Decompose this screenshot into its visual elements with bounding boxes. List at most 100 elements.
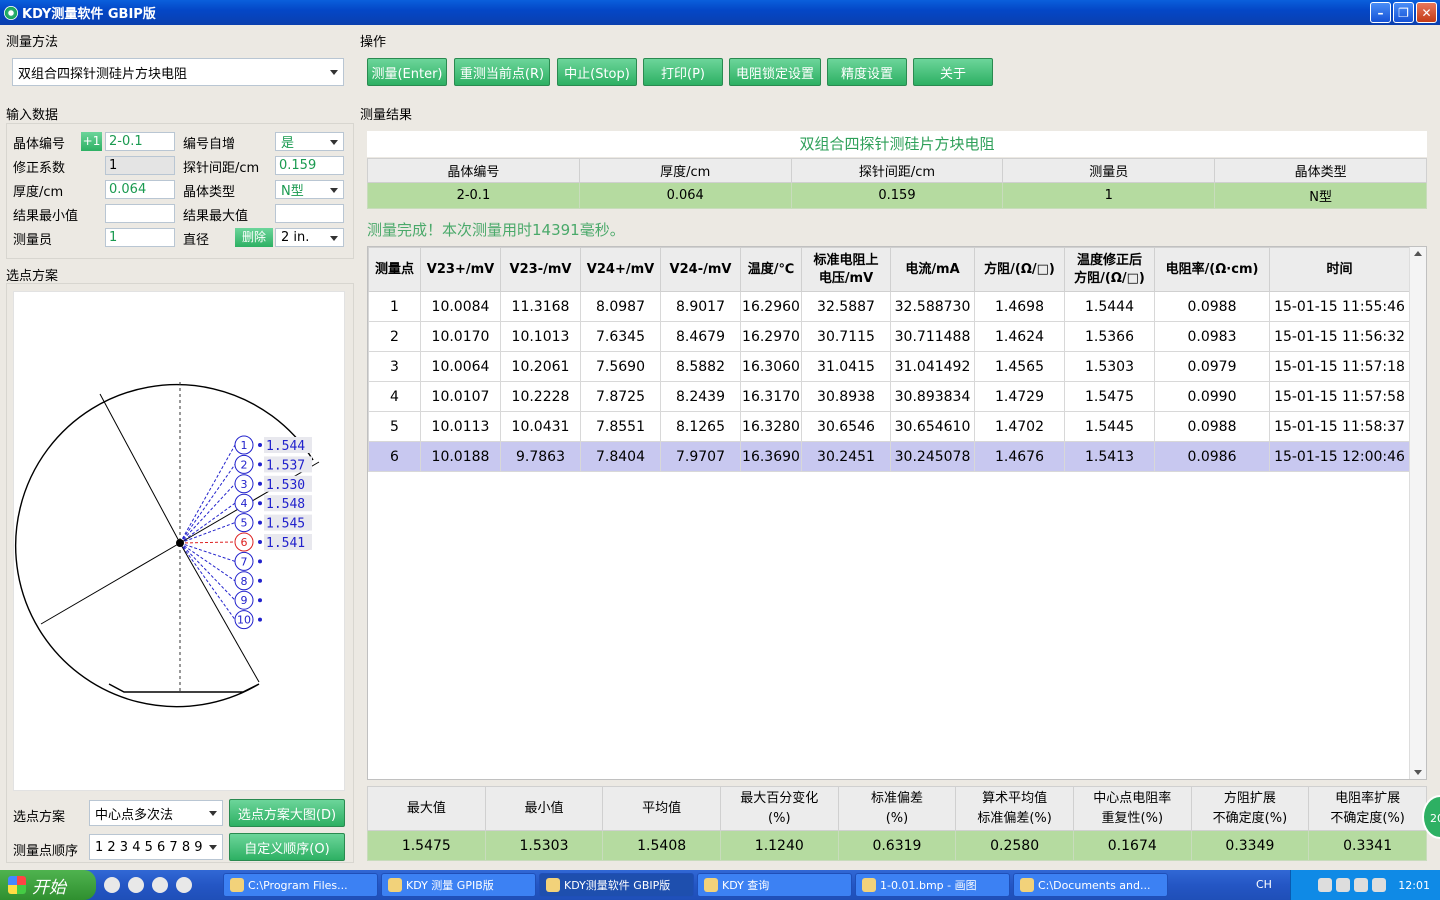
table-cell: 0.0988 (1154, 411, 1270, 442)
table-cell: 30.893834 (890, 381, 975, 412)
point-marker-dot (258, 617, 262, 622)
table-cell: 1.5475 (1064, 381, 1155, 412)
language-indicator[interactable]: CH (1256, 878, 1272, 891)
table-cell: 8.9017 (660, 291, 741, 322)
network-icon[interactable] (1336, 878, 1351, 892)
start-button[interactable]: 开始 (0, 870, 96, 900)
table-cell: 9.7863 (500, 441, 581, 472)
center-dot (176, 539, 184, 547)
print-button[interactable]: 打印(P) (643, 58, 723, 86)
table-cell: 30.245078 (890, 441, 975, 472)
window-icon (862, 878, 876, 892)
about-button[interactable]: 关于 (913, 58, 993, 86)
diameter-select[interactable]: 2 in. (275, 228, 344, 247)
table-cell: 16.3280 (740, 411, 802, 442)
clock: 12:01 (1398, 878, 1430, 892)
point-value: 1.530 (266, 478, 305, 493)
window-icon (230, 878, 244, 892)
remeasure-button[interactable]: 重测当前点(R) (454, 58, 550, 86)
point-marker-dot (258, 501, 262, 506)
info-header: 探针间距/cm (790, 158, 1004, 183)
operator-input[interactable]: 1 (105, 228, 175, 247)
delete-button[interactable]: 删除 (235, 228, 273, 247)
taskbar-item[interactable]: C:\Documents and... (1013, 873, 1168, 897)
table-cell: 7.9707 (660, 441, 741, 472)
tray-icon[interactable] (1318, 878, 1333, 892)
table-cell: 15-01-15 12:00:46 (1269, 441, 1410, 472)
security-icon[interactable] (1372, 878, 1387, 892)
table-cell: 10.2061 (500, 351, 581, 382)
point-marker-dot (258, 481, 262, 486)
scroll-up-icon[interactable] (1414, 251, 1422, 256)
stats-header: 标准偏差 (%) (837, 786, 957, 831)
order-select[interactable]: 1 2 3 4 5 6 7 8 9 (89, 834, 223, 860)
probe-spacing-input[interactable]: 0.159 (275, 156, 344, 175)
volume-icon[interactable] (1354, 878, 1369, 892)
min-input[interactable] (105, 204, 175, 223)
plan-select[interactable]: 中心点多次法 (89, 800, 223, 826)
auto-inc-select[interactable]: 是 (275, 132, 344, 151)
taskbar-item[interactable]: 1-0.01.bmp - 画图 (855, 873, 1010, 897)
minimize-button[interactable]: – (1370, 2, 1391, 23)
stats-header: 电阻率扩展 不确定度(%) (1308, 786, 1427, 831)
main-area: 测量方法 操作 双组合四探针测硅片方块电阻 测量(Enter) 重测当前点(R)… (0, 25, 1440, 870)
point-leader-line (179, 502, 236, 544)
close-button[interactable]: ✕ (1416, 2, 1437, 23)
table-row[interactable]: 2 10.0170 10.1013 7.6345 8.4679 16.2970 30.711… (368, 321, 1410, 352)
crystal-type-select[interactable]: N型 (275, 180, 344, 199)
ie-icon[interactable] (128, 877, 144, 893)
measure-button[interactable]: 测量(Enter) (367, 58, 447, 86)
stats-header: 最大值 (367, 786, 486, 831)
table-cell: 10.0064 (420, 351, 501, 382)
stats-table: 最大值 最小值 平均值 最大百分变化 (%) 标准偏差 (%) 算术平均值 标准偏差(%) 中心点… (367, 786, 1427, 861)
increment-button[interactable]: +1 (81, 132, 102, 151)
table-cell: 1.5303 (1064, 351, 1155, 382)
stop-button[interactable]: 中止(Stop) (557, 58, 637, 86)
status-text: 测量完成！本次测量用时14391毫秒。 (367, 221, 625, 239)
precision-button[interactable]: 精度设置 (827, 58, 907, 86)
vertical-scrollbar[interactable] (1409, 247, 1426, 779)
taskbar-item[interactable]: KDY 查询 (697, 873, 852, 897)
info-value: 0.159 (790, 182, 1004, 209)
scheme-section-label: 选点方案 (6, 269, 59, 284)
taskbar: 开始 C:\Program Files... KDY 测量 GPIB版 KDY测量软… (0, 870, 1440, 900)
stats-value: 0.2580 (955, 830, 1074, 861)
point-leader-line (179, 541, 236, 544)
taskbar-item[interactable]: KDY测量软件 GBIP版 (539, 873, 694, 897)
table-cell: 7.8551 (580, 411, 661, 442)
point-number: 5 (241, 517, 248, 530)
table-row[interactable]: 5 10.0113 10.0431 7.8551 8.1265 16.3280 30.654… (368, 411, 1410, 442)
max-label: 结果最大值 (183, 209, 249, 224)
table-cell: 16.3060 (740, 351, 802, 382)
resistance-lock-button[interactable]: 电阻锁定设置 (729, 58, 821, 86)
point-marker-dot (258, 598, 262, 603)
scroll-down-icon[interactable] (1414, 770, 1422, 775)
maximize-button[interactable]: ❐ (1393, 2, 1414, 23)
column-header: 温度修正后 方阻/(Ω/□) (1064, 247, 1155, 292)
thickness-input[interactable]: 0.064 (105, 180, 175, 199)
point-marker-dot (258, 520, 262, 525)
table-row[interactable]: 6 10.0188 9.7863 7.8404 7.9707 16.3690 30.2451… (368, 441, 1410, 472)
app-icon[interactable] (176, 877, 192, 893)
taskbar-item[interactable]: KDY 测量 GPIB版 (381, 873, 536, 897)
method-select[interactable]: 双组合四探针测硅片方块电阻 (12, 58, 344, 86)
quicklaunch-app-icon[interactable] (104, 877, 120, 893)
taskbar-item[interactable]: C:\Program Files... (223, 873, 378, 897)
point-leader-line (179, 542, 236, 582)
crystal-no-input[interactable]: 2-0.1 (105, 132, 175, 151)
table-cell: 16.3690 (740, 441, 802, 472)
scheme-big-button[interactable]: 选点方案大图(D) (229, 799, 345, 827)
max-input[interactable] (275, 204, 344, 223)
browser-icon[interactable] (152, 877, 168, 893)
corr-input[interactable]: 1 (105, 156, 175, 175)
table-row[interactable]: 1 10.0084 11.3168 8.0987 8.9017 16.2960 32.588… (368, 291, 1410, 322)
custom-order-button[interactable]: 自定义顺序(O) (229, 833, 345, 861)
table-cell: 1.5413 (1064, 441, 1155, 472)
table-row[interactable]: 3 10.0064 10.2061 7.5690 8.5882 16.3060 31.041… (368, 351, 1410, 382)
table-cell: 3 (368, 351, 421, 382)
table-cell: 8.0987 (580, 291, 661, 322)
table-row[interactable]: 4 10.0107 10.2228 7.8725 8.2439 16.3170 30.893… (368, 381, 1410, 412)
table-cell: 7.6345 (580, 321, 661, 352)
table-cell: 30.7115 (801, 321, 891, 352)
window-icon (1020, 878, 1034, 892)
